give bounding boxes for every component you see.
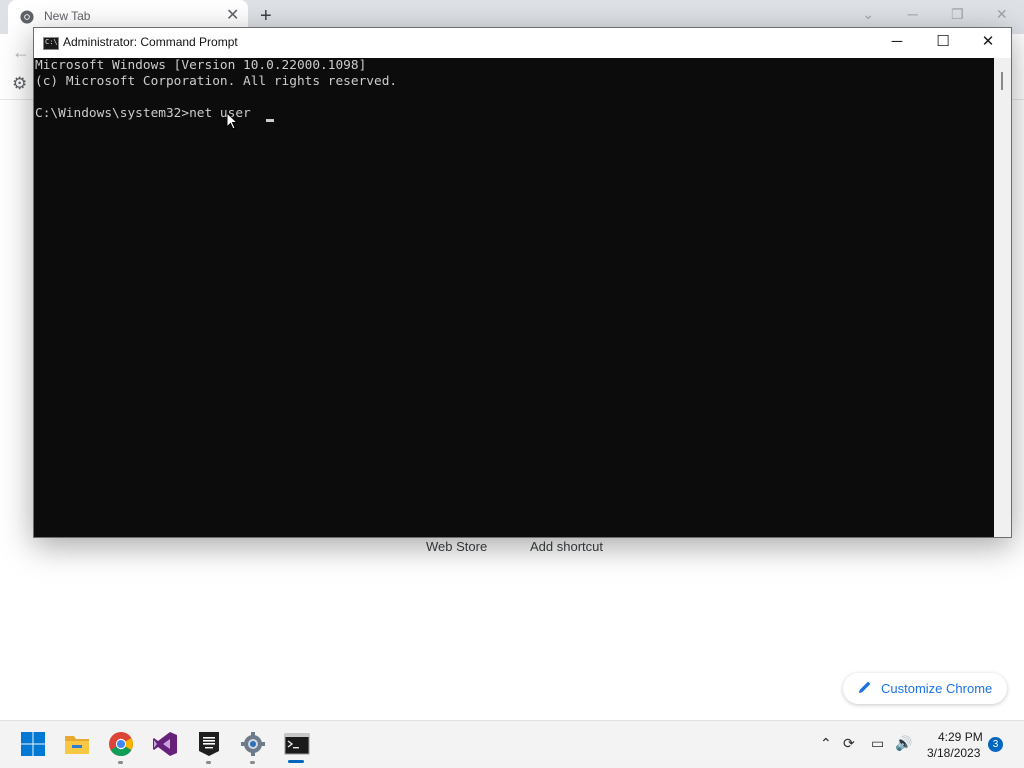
chrome-tab-search-icon[interactable]: ⌄ (846, 0, 891, 30)
cmd-window-title: Administrator: Command Prompt (63, 35, 238, 49)
cmd-title-bar[interactable]: C:\ Administrator: Command Prompt ─ ☐ ✕ (34, 28, 1011, 58)
mouse-pointer-icon (226, 112, 238, 130)
minimize-button[interactable]: ─ (874, 28, 920, 58)
gear-icon[interactable]: ⚙ (12, 74, 27, 94)
text-cursor (266, 119, 274, 122)
command-prompt-icon[interactable] (284, 731, 310, 757)
chrome-minimize-icon[interactable]: ─ (891, 0, 936, 30)
clock-time[interactable]: 4:29 PM (938, 730, 983, 744)
settings-icon[interactable] (240, 731, 266, 757)
clock-date[interactable]: 3/18/2023 (927, 746, 980, 760)
cmd-icon-text: C:\ (45, 38, 58, 46)
console-line: Microsoft Windows [Version 10.0.22000.10… (35, 58, 367, 73)
chrome-icon[interactable] (108, 731, 134, 757)
volume-icon[interactable]: 🔊 (895, 735, 912, 752)
chrome-tab-close-icon[interactable]: ✕ (226, 7, 239, 25)
chrome-tab-title: New Tab (44, 9, 91, 23)
running-indicator (250, 761, 255, 764)
customize-chrome-label: Customize Chrome (881, 681, 993, 696)
sync-icon[interactable]: ⟳ (843, 735, 855, 752)
close-button[interactable]: ✕ (965, 28, 1011, 58)
running-indicator (206, 761, 211, 764)
notification-badge[interactable]: 3 (988, 737, 1003, 752)
command-prompt-window[interactable]: C:\ Administrator: Command Prompt ─ ☐ ✕ … (33, 27, 1012, 538)
pencil-icon (859, 681, 871, 693)
console-prompt-line: C:\Windows\system32>net user (35, 106, 259, 121)
taskbar: ⌃ ⟳ ▭ 🔊 4:29 PM 3/18/2023 3 (0, 720, 1024, 768)
chrome-caption-controls: ⌄ ─ ❐ ✕ (846, 0, 1024, 30)
back-arrow-icon[interactable]: ← (12, 42, 30, 63)
chrome-new-tab-icon[interactable]: + (260, 5, 272, 27)
start-icon[interactable] (20, 731, 46, 757)
maximize-button[interactable]: ☐ (920, 28, 966, 58)
shortcut-web-store[interactable]: Web Store (426, 539, 487, 554)
customize-chrome-button[interactable]: Customize Chrome (843, 673, 1007, 704)
console-line: (c) Microsoft Corporation. All rights re… (35, 74, 398, 89)
visual-studio-icon[interactable] (152, 731, 178, 757)
file-explorer-icon[interactable] (64, 731, 90, 757)
vertical-scrollbar[interactable] (994, 58, 1011, 537)
command-prompt-icon: C:\ (43, 37, 59, 50)
running-indicator (118, 761, 123, 764)
network-monitor-icon[interactable]: ▭ (871, 735, 884, 752)
cmd-console-area[interactable]: Microsoft Windows [Version 10.0.22000.10… (34, 58, 994, 537)
active-app-indicator (288, 760, 304, 763)
shortcut-add-shortcut[interactable]: Add shortcut (530, 539, 603, 554)
show-hidden-icons-chevron-icon[interactable]: ⌃ (820, 735, 832, 752)
chrome-restore-icon[interactable]: ❐ (935, 0, 980, 30)
epic-games-icon[interactable] (196, 731, 222, 757)
chrome-close-icon[interactable]: ✕ (980, 0, 1024, 30)
chrome-favicon-icon (20, 10, 34, 24)
scrollbar-thumb[interactable] (1001, 72, 1003, 90)
